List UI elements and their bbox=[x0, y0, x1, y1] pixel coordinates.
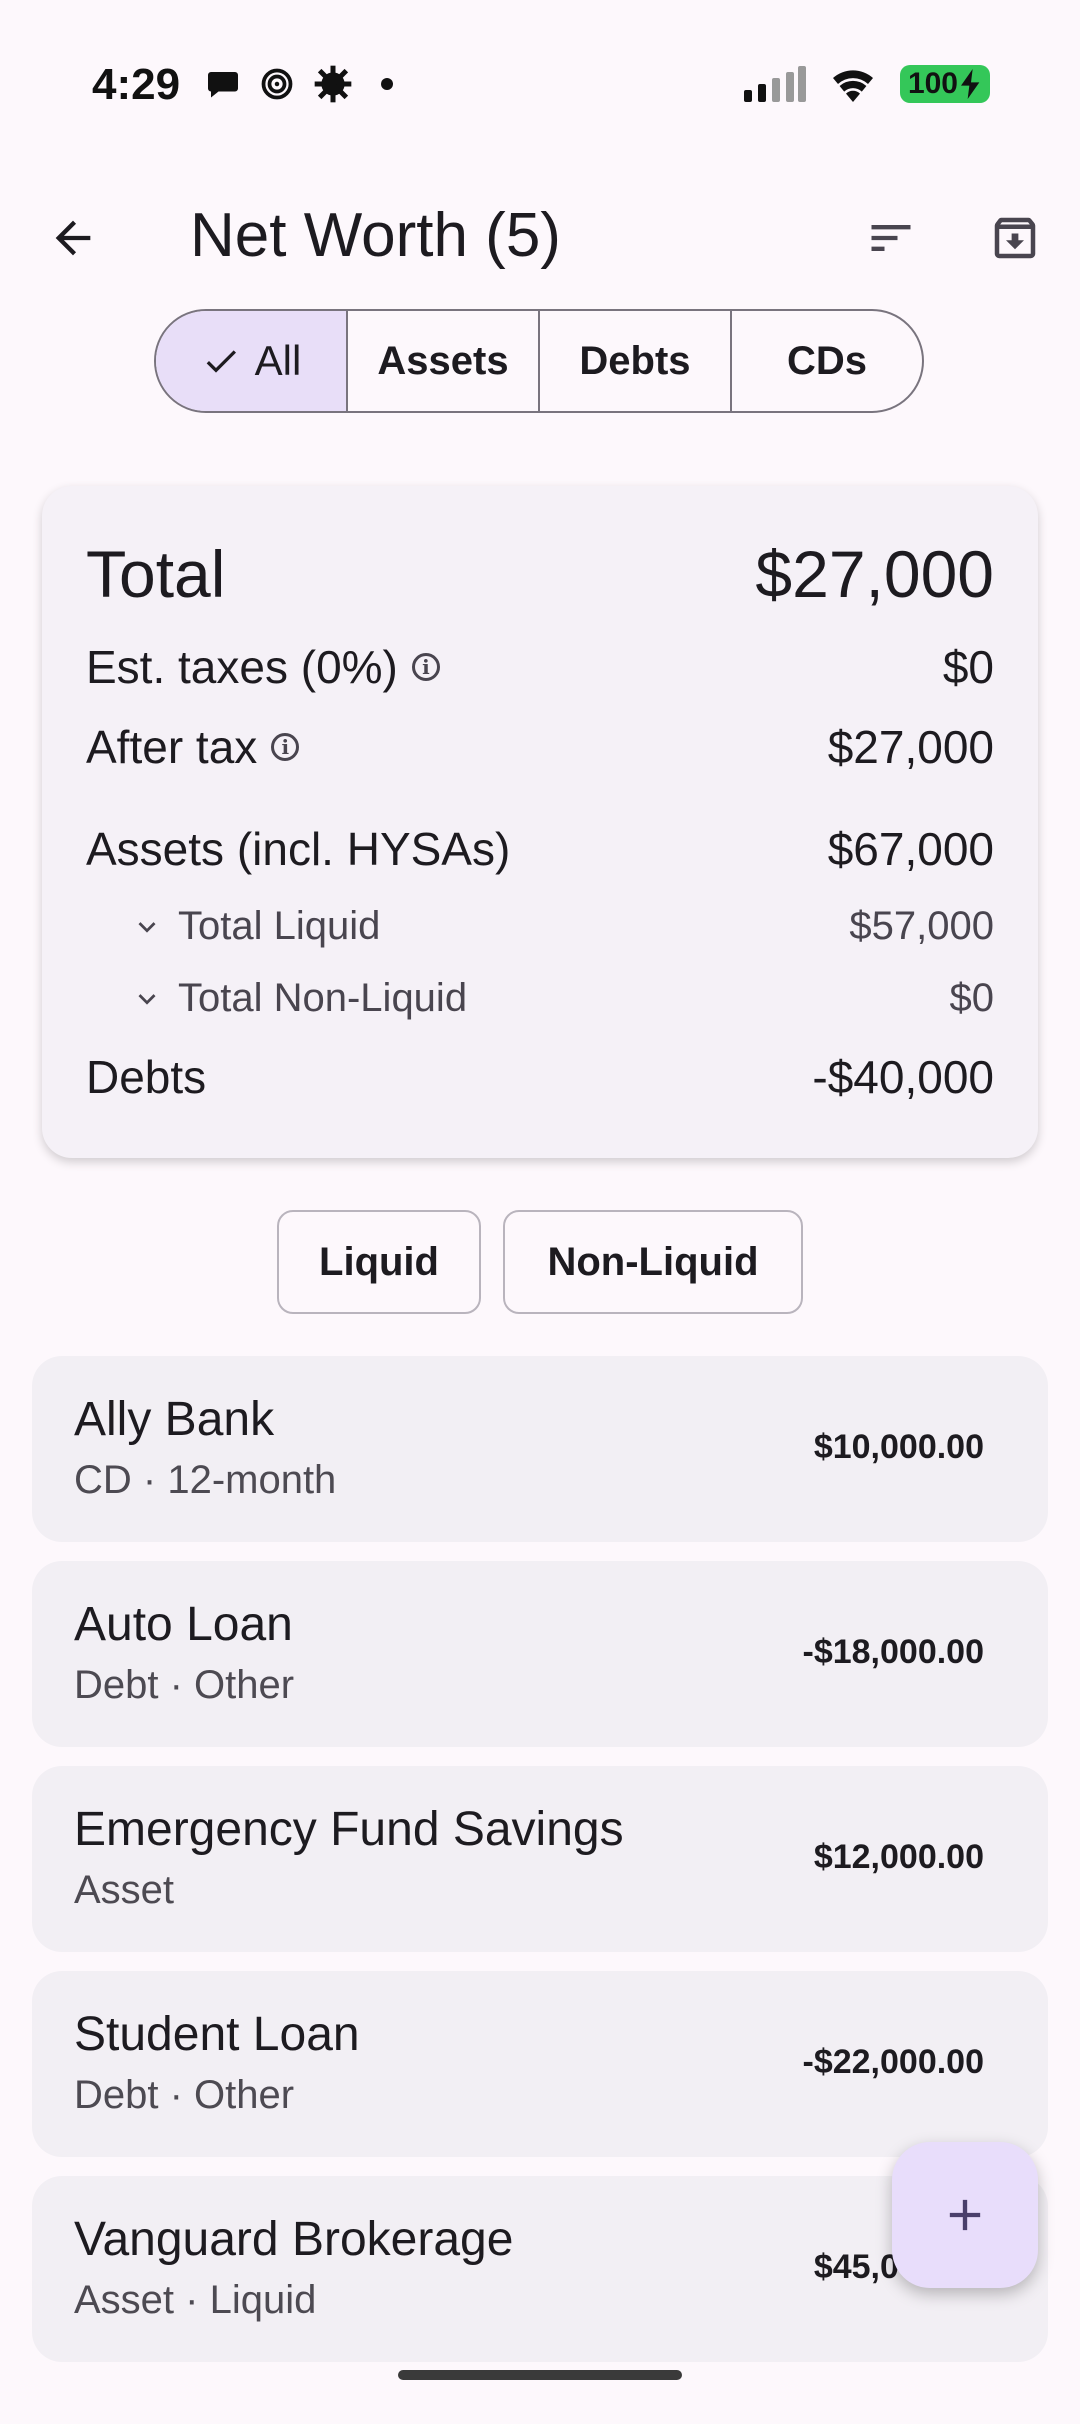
after-tax-label: After tax bbox=[86, 721, 258, 773]
sort-button[interactable] bbox=[858, 205, 924, 271]
list-item[interactable]: Student Loan Debt · Other -$22,000.00 bbox=[32, 1971, 1048, 2157]
account-subtitle: Asset bbox=[74, 1868, 175, 1912]
spiral-icon bbox=[261, 68, 293, 100]
summary-card: Total $27,000 Est. taxes (0%) i $0 After… bbox=[42, 486, 1038, 1158]
type-segmented-control: All Assets Debts CDs bbox=[154, 309, 924, 413]
account-name: Vanguard Brokerage bbox=[74, 2213, 514, 2266]
segment-debts-label: Debts bbox=[579, 338, 691, 383]
taxes-value: $0 bbox=[942, 641, 994, 693]
account-subtitle: CD · 12-month bbox=[74, 1458, 337, 1502]
account-subtitle: Debt · Other bbox=[74, 2073, 295, 2117]
segment-assets[interactable]: Assets bbox=[346, 311, 538, 411]
assets-value: $67,000 bbox=[827, 823, 994, 875]
back-button[interactable] bbox=[40, 205, 106, 271]
arrow-back-icon bbox=[55, 220, 91, 256]
segment-cds-label: CDs bbox=[786, 338, 868, 383]
battery-level: 100 bbox=[907, 67, 958, 100]
info-icon[interactable]: i bbox=[411, 653, 440, 681]
segment-all[interactable]: All bbox=[156, 311, 346, 411]
info-icon[interactable]: i bbox=[271, 733, 300, 761]
total-label: Total bbox=[86, 537, 226, 611]
signal-icon bbox=[743, 66, 806, 102]
home-indicator[interactable] bbox=[398, 2370, 682, 2380]
debts-label: Debts bbox=[86, 1051, 207, 1103]
after-tax-value: $27,000 bbox=[827, 721, 994, 773]
liquid-filter-label: Liquid bbox=[319, 1239, 439, 1284]
account-amount: -$18,000.00 bbox=[802, 1633, 985, 1671]
list-item[interactable]: Emergency Fund Savings Asset $12,000.00 bbox=[32, 1766, 1048, 1952]
total-nonliquid-label: Total Non-Liquid bbox=[178, 976, 468, 1020]
archive-icon bbox=[994, 217, 1036, 259]
debts-row: Debts -$40,000 bbox=[86, 1050, 994, 1104]
assets-row: Assets (incl. HYSAs) $67,000 bbox=[86, 822, 994, 876]
non-liquid-filter-label: Non-Liquid bbox=[547, 1239, 759, 1284]
gear-icon bbox=[314, 65, 352, 103]
status-time: 4:29 bbox=[92, 60, 181, 109]
total-nonliquid-value: $0 bbox=[949, 976, 995, 1020]
total-liquid-value: $57,000 bbox=[849, 904, 994, 948]
total-row: Total $27,000 bbox=[86, 536, 994, 612]
page-title: Net Worth (5) bbox=[190, 201, 561, 270]
list-item[interactable]: Auto Loan Debt · Other -$18,000.00 bbox=[32, 1561, 1048, 1747]
assets-label: Assets (incl. HYSAs) bbox=[86, 823, 511, 875]
account-name: Emergency Fund Savings bbox=[74, 1803, 624, 1856]
account-subtitle: Asset · Liquid bbox=[74, 2278, 317, 2322]
account-amount: $12,000.00 bbox=[813, 1838, 984, 1876]
taxes-row: Est. taxes (0%) i $0 bbox=[86, 640, 994, 694]
segment-cds[interactable]: CDs bbox=[730, 311, 922, 411]
non-liquid-filter-chip[interactable]: Non-Liquid bbox=[503, 1210, 803, 1314]
account-amount: $10,000.00 bbox=[813, 1428, 984, 1466]
check-icon bbox=[206, 350, 236, 373]
account-amount: -$22,000.00 bbox=[802, 2043, 985, 2081]
status-bar: 4:29 100 bbox=[0, 0, 1080, 175]
taxes-label: Est. taxes (0%) bbox=[86, 641, 398, 693]
total-value: $27,000 bbox=[755, 537, 994, 611]
total-liquid-label: Total Liquid bbox=[178, 904, 381, 948]
account-name: Ally Bank bbox=[74, 1393, 275, 1446]
battery-icon: 100 bbox=[899, 65, 990, 103]
dot-icon bbox=[381, 78, 393, 90]
add-account-button[interactable] bbox=[892, 2142, 1038, 2288]
chevron-down-icon bbox=[138, 993, 156, 1005]
sort-icon bbox=[871, 225, 911, 251]
account-name: Auto Loan bbox=[74, 1598, 293, 1651]
segment-debts[interactable]: Debts bbox=[538, 311, 730, 411]
segment-all-label: All bbox=[254, 337, 302, 384]
total-liquid-row[interactable]: Total Liquid $57,000 bbox=[130, 904, 994, 949]
segment-assets-label: Assets bbox=[377, 338, 509, 383]
system-icons: 100 bbox=[743, 64, 990, 104]
account-subtitle: Debt · Other bbox=[74, 1663, 295, 1707]
message-icon bbox=[208, 72, 238, 98]
total-nonliquid-row[interactable]: Total Non-Liquid $0 bbox=[130, 976, 994, 1021]
liquid-filter-chip[interactable]: Liquid bbox=[277, 1210, 481, 1314]
charging-icon bbox=[961, 69, 980, 99]
wifi-icon bbox=[832, 70, 873, 102]
app-bar: Net Worth (5) bbox=[0, 180, 1080, 290]
after-tax-row: After tax i $27,000 bbox=[86, 720, 994, 774]
account-name: Student Loan bbox=[74, 2008, 360, 2061]
archive-button[interactable] bbox=[982, 205, 1048, 271]
plus-icon bbox=[949, 2199, 981, 2231]
chevron-down-icon bbox=[138, 921, 156, 933]
debts-value: -$40,000 bbox=[812, 1051, 994, 1103]
list-item[interactable]: Ally Bank CD · 12-month $10,000.00 bbox=[32, 1356, 1048, 1542]
notification-icons bbox=[205, 64, 393, 104]
